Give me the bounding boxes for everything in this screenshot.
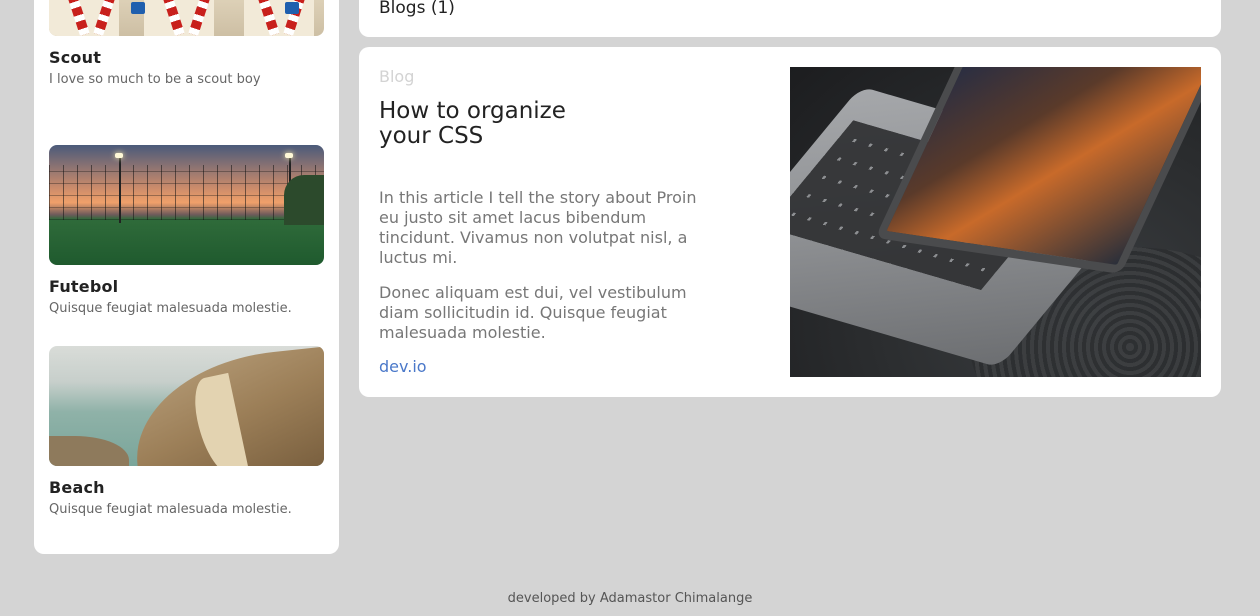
article-paragraph: Donec aliquam est dui, vel vestibulum di… (379, 283, 687, 342)
beach-photo[interactable] (49, 346, 324, 466)
sidebar-item-title: Scout (49, 48, 102, 67)
sidebar-item-description: I love so much to be a scout boy (49, 72, 261, 87)
scout-photo[interactable] (49, 0, 324, 36)
sidebar-item-scout[interactable]: Scout I love so much to be a scout boy (49, 0, 324, 87)
page: Scout I love so much to be a scout boy F… (0, 0, 1260, 616)
sidebar-item-futebol[interactable]: Futebol Quisque feugiat malesuada molest… (49, 145, 324, 316)
footer-credit: developed by Adamastor Chimalange (507, 591, 753, 606)
sidebar-item-title: Beach (49, 478, 105, 497)
blogs-header-card: Blogs (1) (359, 0, 1221, 37)
article-source-link[interactable]: dev.io (379, 357, 427, 376)
laptop-photo (790, 67, 1201, 377)
blog-article-card: Blog How to organize your CSS In this ar… (359, 47, 1221, 397)
sidebar-card: Scout I love so much to be a scout boy F… (34, 0, 339, 554)
article-title[interactable]: How to organize your CSS (379, 99, 589, 149)
sidebar-item-title: Futebol (49, 277, 119, 296)
sidebar-item-description: Quisque feugiat malesuada molestie. (49, 502, 292, 517)
article-category: Blog (379, 67, 415, 86)
football-field-photo[interactable] (49, 145, 324, 265)
sidebar-item-description: Quisque feugiat malesuada molestie. (49, 301, 292, 316)
sidebar-item-beach[interactable]: Beach Quisque feugiat malesuada molestie… (49, 346, 324, 517)
article-paragraph: In this article I tell the story about P… (379, 188, 697, 267)
blogs-count-label: Blogs (1) (379, 0, 455, 18)
